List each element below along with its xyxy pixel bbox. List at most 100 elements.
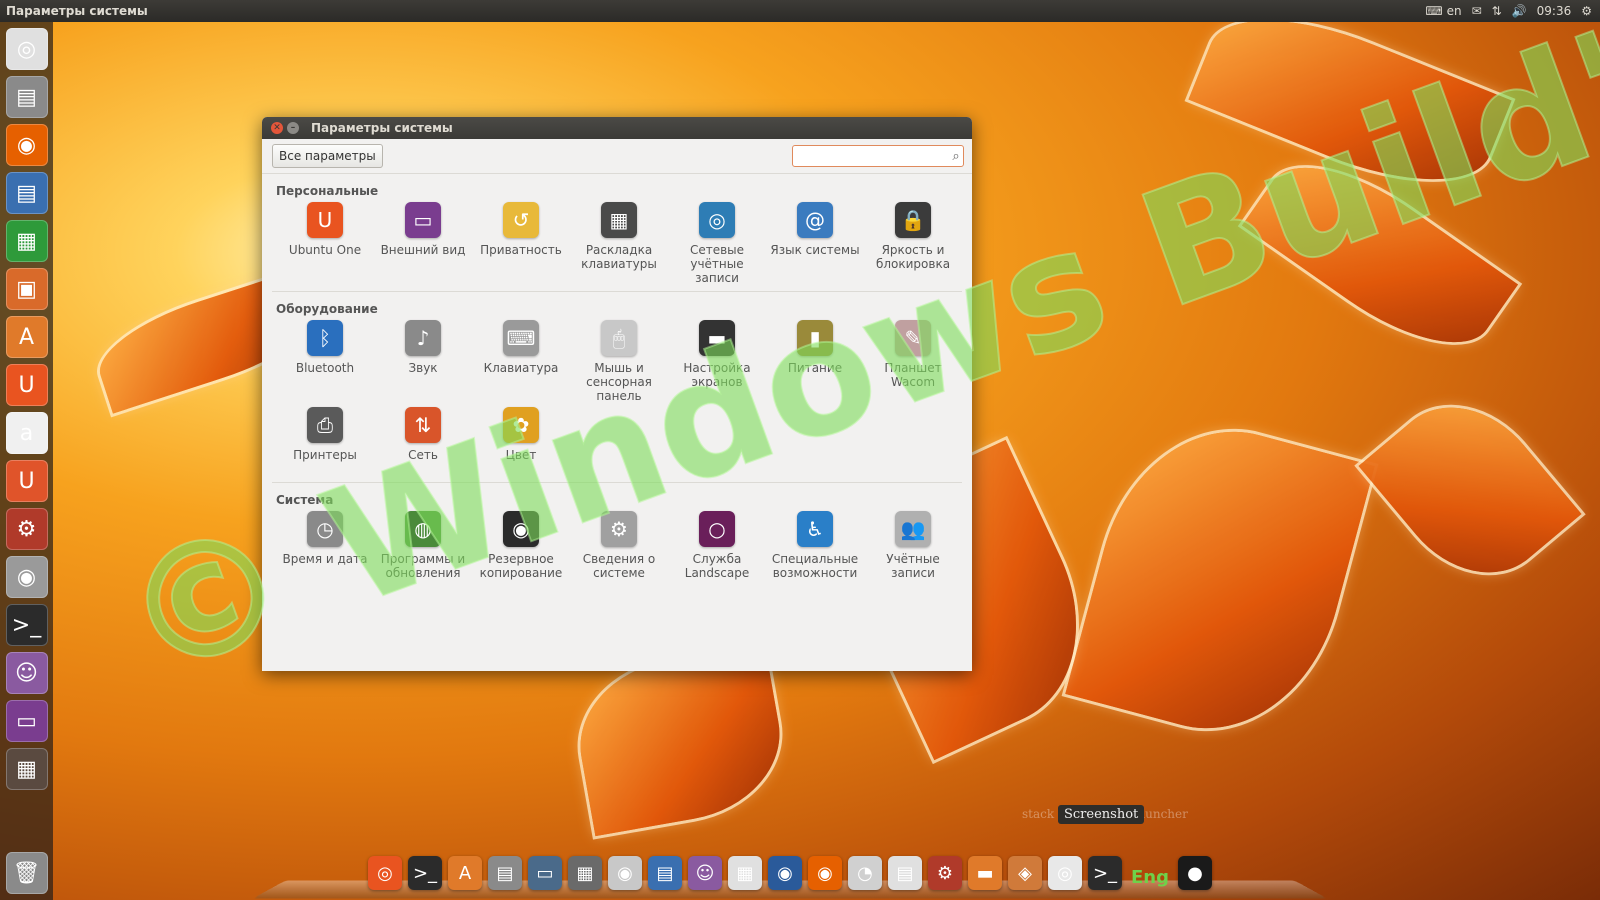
terminal-icon[interactable]: >_ (5, 604, 48, 646)
dock-thunderbird-icon[interactable]: ◉ (768, 856, 802, 890)
trash-icon[interactable]: 🗑 (5, 852, 48, 894)
dock-pidgin-icon[interactable]: ☺ (688, 856, 722, 890)
settings-item-power[interactable]: ▮ Питание (766, 320, 864, 403)
dock-cd-icon[interactable]: ◉ (608, 856, 642, 890)
dock-calculator-icon[interactable]: ▦ (568, 856, 602, 890)
keyboard-layout-label: en (1446, 4, 1462, 18)
settings-item-clock[interactable]: ◷ Время и дата (276, 511, 374, 580)
settings-item-label: Учётные записи (886, 552, 940, 580)
clock-icon: ◷ (307, 511, 343, 547)
keyboard-icon: ⌨ (503, 320, 539, 356)
dock-power-icon[interactable]: ● (1178, 856, 1212, 890)
dock-terminal-icon[interactable]: >_ (408, 856, 442, 890)
workspace-switcher-icon[interactable]: ▦ (5, 748, 48, 790)
dock-image-viewer-icon[interactable]: ◈ (1008, 856, 1042, 890)
window-titlebar[interactable]: ✕ – Параметры системы (262, 117, 972, 139)
settings-item-bluetooth[interactable]: ᛒ Bluetooth (276, 320, 374, 403)
settings-item-label: Резервное копирование (479, 552, 563, 580)
settings-item-wacom[interactable]: ✎ Планшет Wacom (864, 320, 962, 403)
all-settings-button[interactable]: Все параметры (272, 144, 383, 168)
close-button[interactable]: ✕ (271, 122, 283, 134)
wacom-icon: ✎ (895, 320, 931, 356)
dock-software-center-icon[interactable]: A (448, 856, 482, 890)
settings-item-landscape[interactable]: ○ Служба Landscape (668, 511, 766, 580)
network-icon[interactable]: ⇅ (1492, 4, 1502, 18)
amazon-icon[interactable]: a (5, 412, 48, 454)
minimize-button[interactable]: – (287, 122, 299, 134)
settings-item-network[interactable]: ⇅ Сеть (374, 407, 472, 476)
display-icon: ▬ (699, 320, 735, 356)
calc-icon[interactable]: ▦ (5, 220, 48, 262)
firefox-icon[interactable]: ◉ (5, 124, 48, 166)
settings-item-label: Bluetooth (295, 361, 355, 375)
settings-item-keyboard[interactable]: ⌨ Клавиатура (472, 320, 570, 403)
accessibility-icon: ♿ (797, 511, 833, 547)
settings-item-label: Сведения о системе (582, 552, 656, 580)
settings-item-ubuntu-one[interactable]: U Ubuntu One (276, 202, 374, 285)
settings-item-backup[interactable]: ◉ Резервное копирование (472, 511, 570, 580)
dock-document-icon[interactable]: ▤ (648, 856, 682, 890)
settings-item-sound[interactable]: ♪ Звук (374, 320, 472, 403)
search-box[interactable]: ⌕ (792, 145, 964, 167)
gear-icon[interactable]: ⚙ (1581, 4, 1592, 18)
settings-item-privacy[interactable]: ↺ Приватность (472, 202, 570, 285)
language-icon: @ (797, 202, 833, 238)
software-center-icon[interactable]: A (5, 316, 48, 358)
search-input[interactable] (793, 148, 949, 164)
dock-ubuntu-icon[interactable]: ◎ (368, 856, 402, 890)
settings-item-workspaces[interactable]: ▦ Раскладка клавиатуры (570, 202, 668, 285)
impress-icon[interactable]: ▣ (5, 268, 48, 310)
settings-item-display[interactable]: ▬ Настройка экранов (668, 320, 766, 403)
dock-firefox-icon[interactable]: ◉ (808, 856, 842, 890)
window-title: Параметры системы (311, 121, 453, 135)
ubuntu-one-icon[interactable]: U (5, 364, 48, 406)
settings-item-online-accounts[interactable]: ◎ Сетевые учётные записи (668, 202, 766, 285)
dock-language-indicator[interactable]: Eng (1131, 867, 1169, 888)
mail-icon[interactable]: ✉ (1472, 4, 1482, 18)
dock-monitor-icon[interactable]: ▭ (528, 856, 562, 890)
settings-item-appearance[interactable]: ▭ Внешний вид (374, 202, 472, 285)
power-icon: ▮ (797, 320, 833, 356)
settings-item-language[interactable]: @ Язык системы (766, 202, 864, 285)
settings-item-lock[interactable]: 🔒 Яркость и блокировка (864, 202, 962, 285)
dock-settings-icon[interactable]: ⚙ (928, 856, 962, 890)
settings-item-mouse[interactable]: 🖱 Мышь и сенсорная панель (570, 320, 668, 403)
clock[interactable]: 09:36 (1537, 4, 1572, 18)
dock-folder-icon[interactable]: ▬ (968, 856, 1002, 890)
appearance-icon: ▭ (405, 202, 441, 238)
section-title-personal: Персональные (276, 184, 379, 198)
settings-item-user-accounts[interactable]: 👥 Учётные записи (864, 511, 962, 580)
settings-item-gear[interactable]: ⚙ Сведения о системе (570, 511, 668, 580)
settings-item-color[interactable]: ✿ Цвет (472, 407, 570, 476)
dock-screenshot-icon[interactable]: ◎ (1048, 856, 1082, 890)
ubuntu-one-music-icon[interactable]: U (5, 460, 48, 502)
settings-item-accessibility[interactable]: ♿ Специальные возможности (766, 511, 864, 580)
settings-item-label: Программы и обновления (380, 552, 466, 580)
launcher: ◎ ▤ ◉ ▤ ▦ ▣ A Ua U ⚙ ◉ >_ ☺ ▭ ▦ 🗑 (0, 22, 53, 900)
dock-terminal2-icon[interactable]: >_ (1088, 856, 1122, 890)
section-title-hardware: Оборудование (276, 302, 378, 316)
bluetooth-icon: ᛒ (307, 320, 343, 356)
divider (272, 291, 962, 292)
writer-icon[interactable]: ▤ (5, 172, 48, 214)
files-icon[interactable]: ▤ (5, 76, 48, 118)
settings-item-software-updates[interactable]: ◍ Программы и обновления (374, 511, 472, 580)
settings-item-label: Внешний вид (380, 243, 466, 257)
settings-item-label: Питание (787, 361, 843, 375)
dock-calendar-icon[interactable]: ▤ (888, 856, 922, 890)
volume-icon[interactable]: 🔊 (1512, 4, 1527, 18)
keyboard-indicator[interactable]: ⌨ en (1425, 4, 1461, 18)
settings-item-label: Раскладка клавиатуры (581, 243, 657, 271)
dock-chat-icon[interactable]: ◔ (848, 856, 882, 890)
settings-item-printer[interactable]: ⎙ Принтеры (276, 407, 374, 476)
disk-icon[interactable]: ◉ (5, 556, 48, 598)
dash-home-icon[interactable]: ◎ (5, 28, 48, 70)
system-settings-window: ✕ – Параметры системы Все параметры ⌕ Пе… (262, 117, 972, 671)
divider (272, 482, 962, 483)
media-icon[interactable]: ▭ (5, 700, 48, 742)
dock-files-icon[interactable]: ▤ (488, 856, 522, 890)
pidgin-icon[interactable]: ☺ (5, 652, 48, 694)
system-settings-icon[interactable]: ⚙ (5, 508, 48, 550)
hardware-grid: ᛒ Bluetooth ♪ Звук ⌨ Клавиатура 🖱 Мышь и сенсор… (262, 316, 972, 476)
dock-spreadsheet-icon[interactable]: ▦ (728, 856, 762, 890)
